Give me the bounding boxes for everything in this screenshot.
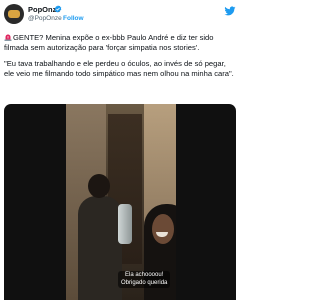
- video-person-back-head: [88, 174, 110, 198]
- author-handle[interactable]: @PopOnze: [28, 15, 62, 22]
- avatar-logo: [8, 10, 20, 18]
- follow-button[interactable]: Follow: [63, 15, 84, 22]
- video-caption-line-1: Ela achoooou!: [125, 272, 164, 278]
- tweet-paragraph-1: GENTE? Menina expõe o ex-bbb Paulo André…: [4, 33, 236, 52]
- siren-emoji-icon: [4, 34, 12, 41]
- verified-badge-icon: [54, 5, 62, 13]
- video-person-front-face: [152, 214, 174, 244]
- handle-separator: ·: [58, 15, 61, 22]
- tweet-paragraph-2: "Eu tava trabalhando e ele perdeu o ócul…: [4, 59, 234, 78]
- twitter-bird-icon[interactable]: [224, 5, 236, 17]
- video-player[interactable]: Ela achoooou! Obrigado querida: [4, 104, 236, 300]
- avatar[interactable]: [4, 4, 24, 24]
- video-caption: Ela achoooou! Obrigado querida: [118, 271, 171, 288]
- video-caption-line-2: Obrigado querida: [121, 279, 168, 286]
- video-bottle: [118, 204, 132, 244]
- tweet-header: PopOnze @PopOnze · Follow: [4, 4, 236, 30]
- tweet-paragraph-1-text: GENTE? Menina expõe o ex-bbb Paulo André…: [4, 33, 214, 52]
- tweet-text: GENTE? Menina expõe o ex-bbb Paulo André…: [4, 33, 236, 85]
- video-person-back-body: [78, 196, 122, 300]
- video-frame[interactable]: Ela achoooou! Obrigado querida: [66, 104, 176, 300]
